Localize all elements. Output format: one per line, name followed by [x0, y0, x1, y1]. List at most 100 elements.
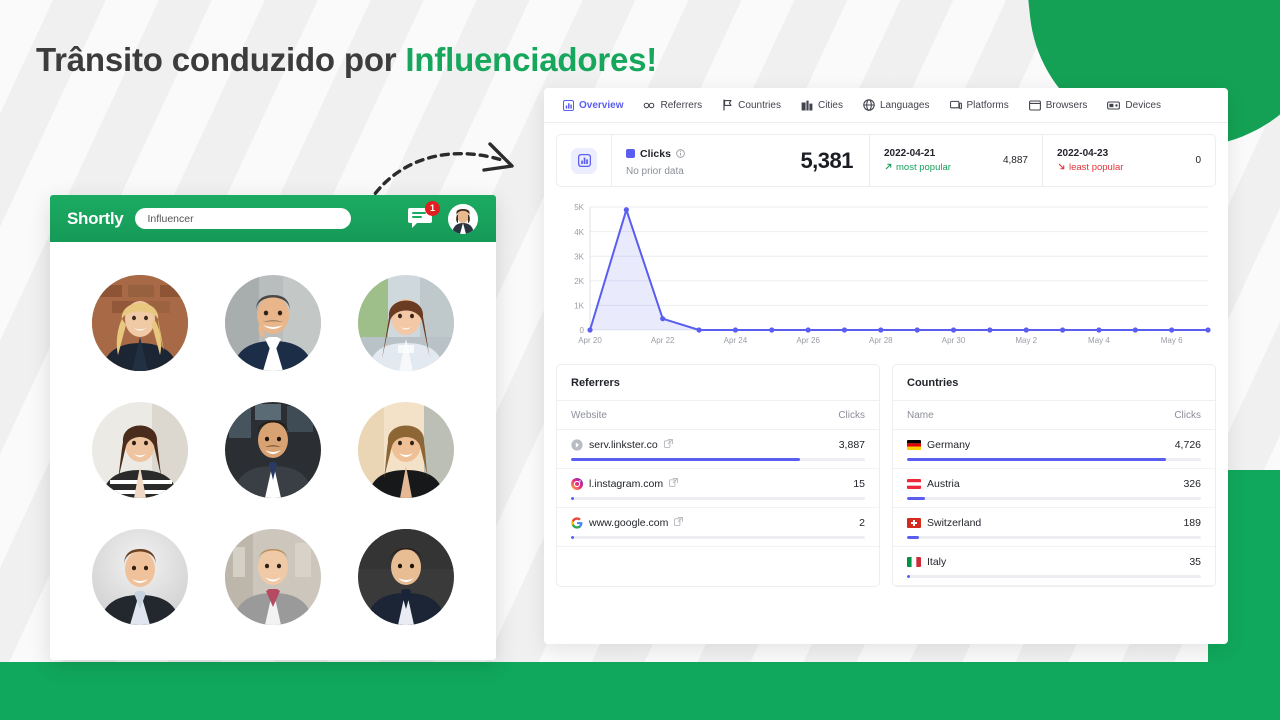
link-icon [643, 100, 655, 111]
svg-text:3K: 3K [574, 252, 584, 261]
least-popular-block: 2022-04-23 least popular 0 [1042, 135, 1215, 186]
list-item[interactable] [78, 264, 203, 383]
tab-languages[interactable]: Languages [854, 95, 939, 115]
legend-subtitle: No prior data [626, 165, 684, 177]
tab-countries[interactable]: Countries [713, 95, 790, 115]
table-row[interactable]: Switzerland 189 [893, 508, 1215, 547]
flag-icon [722, 99, 733, 111]
svg-text:2K: 2K [574, 277, 584, 286]
avatar[interactable] [448, 203, 478, 234]
column-header-clicks: Clicks [838, 410, 865, 421]
svg-text:May 4: May 4 [1088, 336, 1110, 345]
country-clicks: 35 [1189, 556, 1201, 568]
search-input[interactable] [135, 208, 352, 229]
list-item[interactable] [211, 264, 336, 383]
tab-referrers[interactable]: Referrers [634, 96, 711, 115]
country-name: Austria [927, 478, 960, 490]
progress-bar-fill [571, 458, 801, 461]
influencer-avatar-7 [92, 528, 189, 625]
influencer-avatar-4 [92, 401, 189, 498]
referrer-clicks: 2 [859, 517, 865, 529]
shortly-app-header: Shortly 1 [50, 195, 496, 242]
analytics-dashboard-card: Overview Referrers Countries Cities Lang… [544, 88, 1228, 644]
tab-label: Countries [738, 99, 781, 111]
clicks-over-time-chart[interactable]: 0 1K 2K 3K 4K 5K Apr 20 Apr 22 Apr 24 Apr 26 Apr 2… [556, 197, 1216, 352]
column-header-clicks: Clicks [1174, 410, 1201, 421]
tab-label: Cities [817, 99, 843, 111]
legend-color-swatch [626, 149, 635, 158]
globe-icon [863, 99, 875, 111]
svg-text:Apr 20: Apr 20 [578, 336, 602, 345]
influencer-avatar-2 [224, 275, 321, 372]
tab-label: Referrers [660, 99, 703, 111]
column-header-website: Website [571, 410, 607, 421]
tab-browsers[interactable]: Browsers [1020, 96, 1097, 115]
influencer-avatar-6 [357, 401, 454, 498]
flag-de-icon [907, 440, 921, 450]
progress-bar [907, 458, 1201, 461]
list-item[interactable] [78, 517, 203, 636]
tab-platforms[interactable]: Platforms [941, 96, 1018, 115]
generic-link-favicon [571, 439, 583, 451]
headline-accent-text: Influenciadores! [405, 41, 658, 78]
arrow-up-right-icon [884, 162, 893, 174]
progress-bar [907, 575, 1201, 578]
tab-label: Platforms [966, 99, 1009, 111]
tab-label: Overview [579, 99, 624, 111]
table-row[interactable]: Austria 326 [893, 469, 1215, 508]
influencer-avatar-3 [357, 275, 454, 372]
influencer-avatar-5 [224, 401, 321, 498]
svg-text:Apr 30: Apr 30 [942, 336, 966, 345]
table-row[interactable]: Germany 4,726 [893, 430, 1215, 469]
referrers-panel: Referrers Website Clicks serv.linkster.c… [556, 364, 880, 587]
countries-table-header: Name Clicks [893, 401, 1215, 430]
svg-text:5K: 5K [574, 203, 584, 212]
influencer-avatar-9 [357, 528, 454, 625]
external-link-icon[interactable] [669, 478, 679, 490]
most-popular-block: 2022-04-21 most popular 4,887 [870, 135, 1042, 186]
list-item[interactable] [211, 391, 336, 510]
device-icon [1107, 100, 1121, 111]
least-popular-date: 2022-04-23 [1057, 147, 1109, 159]
instagram-favicon [571, 478, 583, 490]
tab-overview[interactable]: Overview [554, 96, 632, 115]
monitor-icon [949, 100, 962, 111]
shortly-app-card: Shortly 1 [50, 195, 496, 660]
table-row[interactable]: www.google.com 2 [557, 508, 879, 547]
influencer-photo-grid [50, 242, 496, 660]
messages-badge: 1 [425, 200, 440, 216]
svg-text:Apr 22: Apr 22 [651, 336, 675, 345]
least-popular-tag: least popular [1057, 162, 1123, 174]
svg-text:0: 0 [580, 326, 585, 335]
list-item[interactable] [343, 517, 468, 636]
avatar-image [448, 203, 478, 234]
progress-bar [907, 536, 1201, 539]
countries-panel: Countries Name Clicks Germany 4,726 Aust… [892, 364, 1216, 587]
list-item[interactable] [78, 391, 203, 510]
list-item[interactable] [211, 517, 336, 636]
country-name: Italy [927, 556, 947, 568]
most-popular-tag: most popular [884, 162, 951, 174]
tab-label: Devices [1125, 99, 1161, 111]
table-row[interactable]: Italy 35 [893, 547, 1215, 586]
list-item[interactable] [343, 391, 468, 510]
svg-text:Apr 28: Apr 28 [869, 336, 893, 345]
info-icon[interactable] [676, 145, 685, 163]
progress-bar-fill [571, 536, 574, 539]
table-row[interactable]: serv.linkster.co 3,887 [557, 430, 879, 469]
table-row[interactable]: l.instagram.com 15 [557, 469, 879, 508]
svg-text:May 6: May 6 [1161, 336, 1183, 345]
external-link-icon[interactable] [663, 439, 673, 451]
stats-total-block: Clicks No prior data 5,381 [612, 135, 870, 186]
messages-button[interactable]: 1 [406, 200, 440, 232]
tab-cities[interactable]: Cities [792, 96, 852, 115]
dashboard-tabbar: Overview Referrers Countries Cities Lang… [544, 88, 1228, 123]
svg-text:Apr 26: Apr 26 [796, 336, 820, 345]
panel-title: Referrers [557, 365, 879, 401]
most-popular-tag-label: most popular [896, 162, 951, 173]
tab-devices[interactable]: Devices [1098, 96, 1170, 115]
external-link-icon[interactable] [674, 517, 684, 529]
list-item[interactable] [343, 264, 468, 383]
referrers-table-header: Website Clicks [557, 401, 879, 430]
most-popular-date: 2022-04-21 [884, 147, 936, 159]
